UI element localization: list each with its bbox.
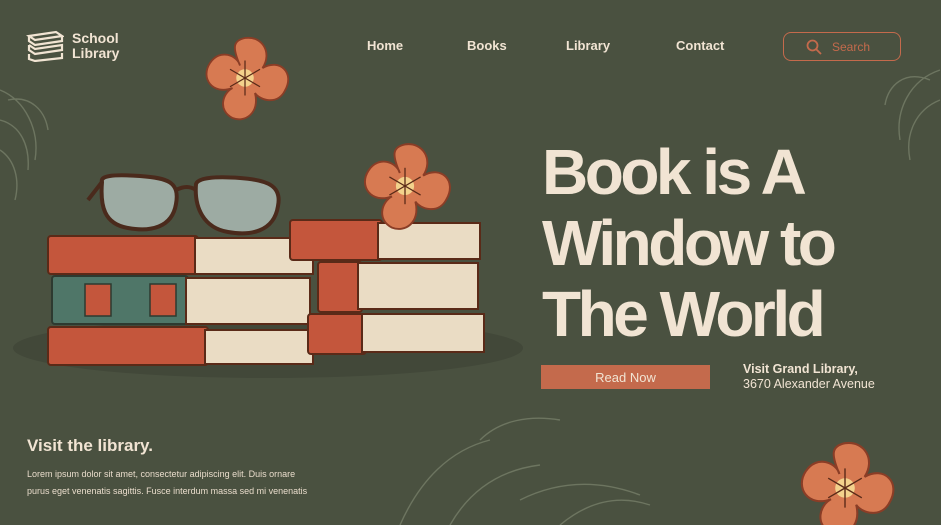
nav-contact[interactable]: Contact (676, 38, 724, 53)
nav-home[interactable]: Home (367, 38, 403, 53)
visit-library-address: 3670 Alexander Avenue (743, 377, 875, 391)
headline-line-2: Window to (542, 207, 837, 279)
book-stack-left (47, 235, 314, 366)
read-now-button[interactable]: Read Now (541, 365, 710, 389)
nav-books[interactable]: Books (467, 38, 507, 53)
description-line-1: Lorem ipsum dolor sit amet, consectetur … (27, 469, 296, 479)
headline-line-1: Book is A (542, 136, 807, 208)
search-label: Search (832, 39, 871, 54)
hero-headline: Book is A Window to The World (542, 137, 937, 350)
visit-library-heading: Visit the library. (27, 436, 153, 455)
headline-line-3: The World (542, 278, 826, 350)
search-icon (806, 39, 822, 55)
visit-library-description: Lorem ipsum dolor sit amet, consectetur … (27, 466, 357, 500)
nav-library[interactable]: Library (566, 38, 610, 53)
search-button[interactable]: Search (783, 32, 901, 61)
glasses-illustration (86, 173, 281, 236)
book-stack-right (289, 219, 485, 355)
description-line-2: purus eget venenatis sagittis. Fusce int… (27, 486, 308, 496)
visit-info: Visit Grand Library, 3670 Alexander Aven… (743, 362, 875, 392)
visit-library-name: Visit Grand Library, (743, 362, 858, 376)
